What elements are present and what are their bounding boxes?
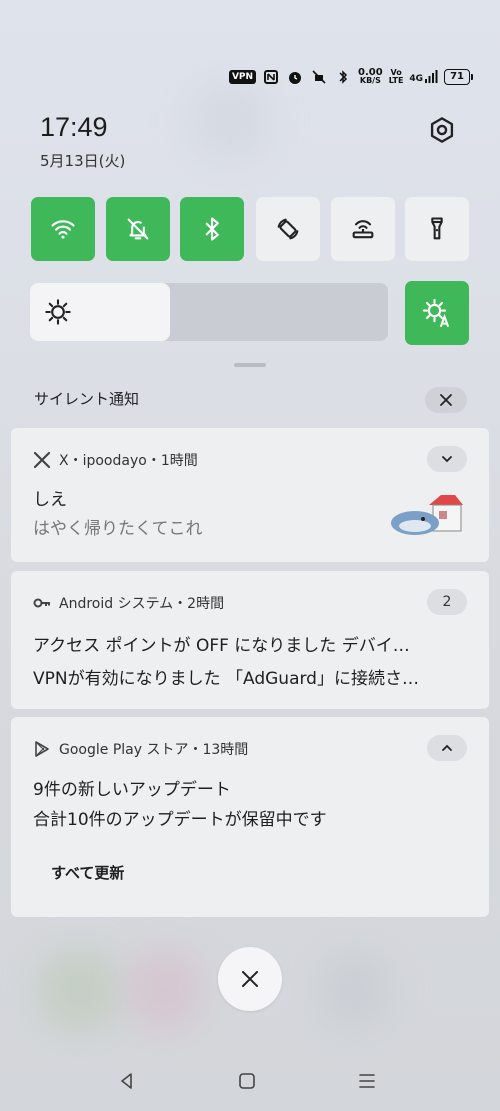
notification-card-android-system[interactable]: Android システム・2時間 2 アクセス ポイントが OFF になりました…: [11, 571, 489, 709]
volte-indicator: Vo LTE: [389, 69, 404, 85]
nfc-icon: [262, 68, 280, 86]
notification-header: X・ipoodayo・1時間: [33, 450, 198, 470]
notification-line: VPNが有効になりました 「AdGuard」に接続さ…: [33, 669, 419, 689]
notification-title: しえ: [33, 490, 67, 510]
bluetooth-tile[interactable]: [180, 197, 244, 261]
notification-header: Android システム・2時間: [33, 593, 224, 613]
brightness-slider[interactable]: [30, 283, 388, 341]
wifi-icon: [51, 220, 75, 239]
chevron-down-icon: [442, 456, 452, 463]
background-blur: [130, 950, 200, 1030]
auto-brightness-icon: [422, 298, 450, 328]
nav-home-button[interactable]: [232, 1070, 262, 1092]
notification-app-line: Android システム・2時間: [59, 596, 225, 612]
signal-icon: [425, 70, 438, 83]
notification-line: アクセス ポイントが OFF になりました デバイ…: [33, 636, 410, 656]
bell-off-icon: [127, 218, 149, 240]
key-icon: [33, 598, 50, 608]
settings-button[interactable]: [424, 112, 460, 148]
background-blur: [40, 950, 120, 1030]
date: 5月13日(火): [40, 152, 126, 170]
silent-tile[interactable]: [106, 197, 170, 261]
alarm-icon: [286, 68, 304, 86]
net-speed: 0.00 KB/S: [358, 68, 383, 85]
notification-text: はやく帰りたくてこれ: [33, 519, 203, 539]
notification-title: 9件の新しいアップデート: [33, 780, 231, 800]
volte-bottom: LTE: [388, 76, 404, 85]
notification-app-line: X・ipoodayo・1時間: [59, 453, 198, 469]
clock: 17:49: [40, 112, 108, 142]
menu-icon: [359, 1074, 375, 1088]
nav-back-button[interactable]: [112, 1070, 142, 1092]
notification-app-line: Google Play ストア・13時間: [59, 742, 249, 758]
clear-all-button[interactable]: [425, 387, 467, 413]
chevron-up-icon: [442, 744, 452, 751]
background-blur: [190, 80, 270, 160]
update-all-button[interactable]: すべて更新: [51, 862, 124, 883]
back-icon: [121, 1073, 132, 1089]
home-icon: [239, 1073, 255, 1089]
sun-icon: [45, 299, 71, 325]
notification-thumbnail: [389, 491, 465, 537]
panel-drag-handle[interactable]: [234, 363, 266, 367]
background-blur: [320, 950, 390, 1030]
silent-notifications-title: サイレント通知: [34, 390, 140, 408]
flashlight-icon: [431, 217, 443, 240]
network-label: 4G: [409, 74, 424, 84]
battery-indicator: 71: [444, 69, 473, 85]
auto-brightness-button[interactable]: [405, 281, 469, 345]
bluetooth-icon: [205, 217, 219, 241]
notification-count-badge[interactable]: 2: [427, 589, 467, 615]
gear-icon: [430, 117, 454, 143]
dismiss-panel-button[interactable]: [218, 947, 282, 1011]
close-icon: [242, 971, 258, 987]
net-speed-unit: KB/S: [359, 76, 381, 85]
expand-button[interactable]: [427, 446, 467, 472]
auto-rotate-icon: [277, 218, 299, 240]
vibrate-off-icon: [310, 68, 328, 86]
auto-rotate-tile[interactable]: [256, 197, 320, 261]
vpn-badge: VPN: [228, 70, 257, 84]
brightness-fill: [30, 283, 170, 341]
status-bar: VPN 0.00 KB/S Vo LTE 4G 71: [228, 66, 473, 88]
wifi-tile[interactable]: [31, 197, 95, 261]
hotspot-tile[interactable]: [331, 197, 395, 261]
notification-text: 合計10件のアップデートが保留中です: [33, 810, 327, 830]
flashlight-tile[interactable]: [405, 197, 469, 261]
notification-header: Google Play ストア・13時間: [33, 739, 248, 759]
x-logo-icon: [33, 451, 51, 469]
collapse-button[interactable]: [427, 735, 467, 761]
network-type: 4G: [409, 70, 438, 84]
bluetooth-status-icon: [334, 68, 352, 86]
nav-recents-button[interactable]: [352, 1070, 382, 1092]
close-icon: [440, 394, 452, 406]
notification-card-google-play[interactable]: Google Play ストア・13時間 9件の新しいアップデート 合計10件の…: [11, 717, 489, 917]
hotspot-icon: [352, 220, 374, 239]
play-store-icon: [35, 741, 49, 757]
notification-card-x[interactable]: X・ipoodayo・1時間 しえ はやく帰りたくてこれ: [11, 428, 489, 562]
